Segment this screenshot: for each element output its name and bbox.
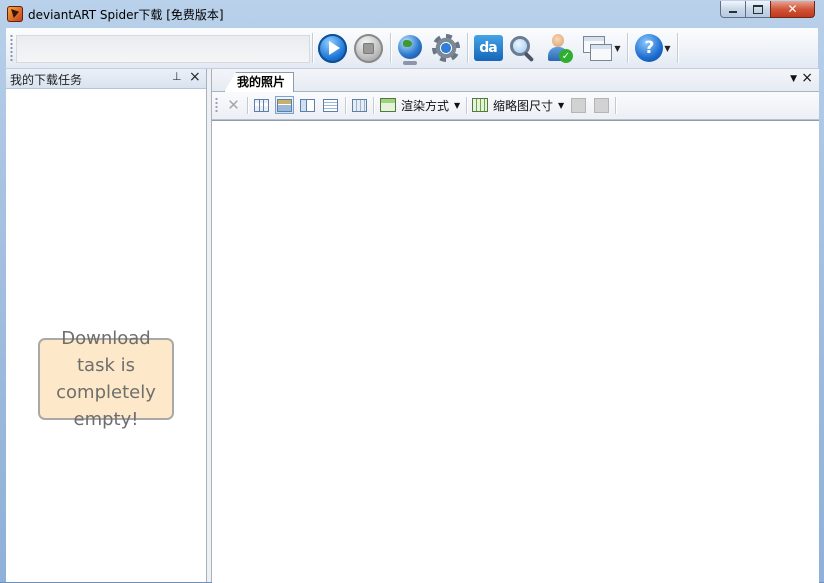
- render-mode-dropdown[interactable]: 渲染方式 ▼: [380, 96, 460, 114]
- photo-list-area[interactable]: [212, 120, 819, 583]
- download-tasks-panel: 我的下载任务 ⊥ × Download task is completely e…: [6, 69, 207, 582]
- toolbar-separator: [247, 97, 248, 114]
- tab-close-icon[interactable]: ×: [801, 70, 813, 86]
- thumbnail-size-icon: [472, 98, 488, 112]
- toolbar-separator: [677, 33, 678, 63]
- slideshow-button[interactable]: [592, 96, 611, 114]
- slideshow-icon: [594, 97, 609, 113]
- start-button[interactable]: [316, 32, 348, 64]
- toolbar-separator: [467, 33, 468, 63]
- help-icon: ?: [635, 34, 664, 62]
- maximize-button[interactable]: [745, 1, 771, 18]
- view-thumbnail-button[interactable]: [275, 96, 294, 114]
- render-mode-icon: [380, 98, 396, 112]
- check-icon: ✓: [559, 49, 573, 63]
- toolbar-grip[interactable]: [215, 97, 218, 114]
- windows-icon: [583, 34, 613, 62]
- panel-header: 我的下载任务 ⊥ ×: [6, 69, 206, 89]
- chevron-down-icon: ▼: [454, 100, 461, 110]
- settings-button[interactable]: [430, 32, 462, 64]
- split-view-icon: [300, 98, 315, 112]
- deviantart-button[interactable]: da: [472, 32, 504, 64]
- photos-document: 我的照片 ▼ × ✕ 渲染方式 ▼ 缩略图尺寸 ▼: [211, 69, 819, 583]
- toolbar-separator: [466, 97, 467, 114]
- view-list-button[interactable]: [321, 96, 340, 114]
- toolbar-separator: [627, 33, 628, 63]
- view-grid-button[interactable]: [252, 96, 271, 114]
- details-view-icon: [352, 98, 367, 112]
- app-logo-icon[interactable]: [7, 6, 23, 22]
- tab-my-photos[interactable]: 我的照片: [224, 72, 295, 92]
- thumbnail-view-icon: [277, 98, 292, 112]
- grid-view-icon: [254, 98, 269, 112]
- list-view-icon: [323, 98, 338, 112]
- minimize-icon: [729, 10, 737, 13]
- close-button[interactable]: ✕: [770, 1, 815, 18]
- thumbnail-size-label: 缩略图尺寸: [493, 98, 554, 113]
- maximize-icon: [753, 4, 763, 14]
- windows-dropdown-button[interactable]: ▼: [581, 32, 623, 64]
- title-bar[interactable]: deviantART Spider下载 [免费版本] ✕: [0, 0, 824, 28]
- render-mode-label: 渲染方式: [401, 98, 450, 113]
- toolbar-separator: [615, 97, 616, 114]
- gear-icon: [432, 34, 460, 62]
- export-button[interactable]: [569, 96, 588, 114]
- toolbar-separator: [390, 33, 391, 63]
- window-title: deviantART Spider下载 [免费版本]: [28, 8, 224, 22]
- chevron-down-icon: ▼: [558, 100, 565, 110]
- account-button[interactable]: ✓: [543, 32, 575, 64]
- network-button[interactable]: [394, 32, 426, 65]
- chevron-down-icon: ▼: [614, 43, 621, 53]
- help-dropdown-button[interactable]: ? ▼: [632, 32, 674, 64]
- thumbnail-size-dropdown[interactable]: 缩略图尺寸 ▼: [472, 96, 564, 114]
- tab-strip: 我的照片 ▼ ×: [212, 69, 819, 92]
- toolbar-grip[interactable]: [10, 34, 13, 62]
- export-icon: [571, 97, 586, 113]
- tab-list-chevron-icon[interactable]: ▼: [790, 74, 797, 84]
- chevron-down-icon: ▼: [664, 43, 671, 53]
- search-button[interactable]: [506, 32, 538, 64]
- main-toolbar: da ✓ ▼ ? ▼: [6, 28, 818, 69]
- stop-button[interactable]: [352, 32, 384, 64]
- address-input[interactable]: [16, 35, 310, 63]
- globe-icon: [398, 34, 422, 65]
- play-icon: [317, 33, 347, 63]
- view-toolbar: ✕ 渲染方式 ▼ 缩略图尺寸 ▼: [212, 92, 819, 120]
- panel-title: 我的下载任务: [10, 73, 83, 87]
- search-icon: [509, 35, 535, 61]
- deviantart-icon: da: [473, 35, 503, 61]
- view-split-button[interactable]: [298, 96, 317, 114]
- pin-icon[interactable]: ⊥: [172, 70, 182, 83]
- toolbar-separator: [345, 97, 346, 114]
- stop-icon: [353, 33, 383, 63]
- window-controls: ✕: [720, 1, 815, 20]
- view-details-button[interactable]: [350, 96, 369, 114]
- toolbar-separator: [373, 97, 374, 114]
- toolbar-separator: [312, 33, 313, 63]
- app-window: deviantART Spider下载 [免费版本] ✕ da ✓ ▼ ? ▼ …: [0, 0, 824, 583]
- minimize-button[interactable]: [720, 1, 746, 18]
- panel-close-icon[interactable]: ×: [189, 69, 201, 85]
- client-area: da ✓ ▼ ? ▼ 我的下载任务 ⊥ × Download task is co…: [6, 28, 819, 583]
- close-icon: ✕: [787, 2, 798, 16]
- empty-task-message: Download task is completely empty!: [38, 328, 174, 430]
- delete-button[interactable]: ✕: [224, 96, 243, 114]
- delete-icon: ✕: [227, 96, 240, 114]
- user-check-icon: ✓: [545, 33, 573, 63]
